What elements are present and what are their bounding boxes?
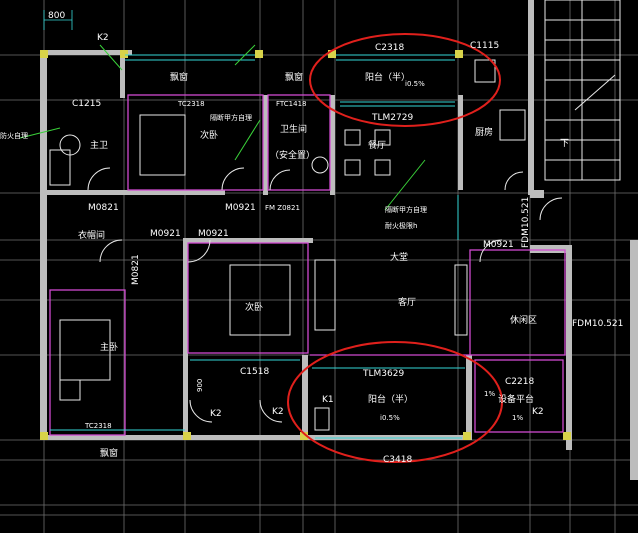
room-safe: （安全置）	[270, 149, 315, 161]
mark-k1: K1	[322, 395, 334, 405]
room-second-bed: 次卧	[200, 129, 218, 141]
room-dining: 餐厅	[368, 139, 386, 151]
dimension-label: 800	[48, 11, 65, 21]
room-equip-platform: 设备平台	[498, 393, 534, 405]
door-tlm3629: TLM3629	[362, 369, 404, 379]
mark-k2-a: K2	[97, 33, 109, 43]
door-fm-z0821: FM Z0821	[265, 204, 300, 212]
mark-k2-b: K2	[210, 409, 222, 419]
window-c1518: C1518	[240, 367, 269, 377]
note-vent-mid: 隔断甲方自理	[210, 113, 252, 122]
window-ftc1418: FTC1418	[276, 100, 306, 108]
mark-slope-4: 1%	[512, 414, 523, 422]
door-m0921-a: M0921	[225, 203, 256, 213]
room-leisure: 休闲区	[510, 314, 537, 326]
door-m0921-b: M0921	[150, 229, 181, 239]
door-m0821-vertical: M0821	[131, 254, 141, 285]
room-living: 客厅	[398, 296, 416, 308]
note-vent-left: 防火自理	[0, 131, 28, 140]
mark-height-900: 900	[196, 379, 204, 392]
room-kitchen: 厨房	[475, 126, 493, 138]
mark-k2-d: K2	[532, 407, 544, 417]
window-c1115: C1115	[470, 41, 499, 51]
note-vent-kitchen: 隔断甲方自理	[385, 205, 427, 214]
room-hall: 大堂	[390, 251, 408, 263]
room-bay-window-2: 飘窗	[285, 71, 303, 83]
room-master-bath: 主卫	[90, 139, 108, 151]
room-bay-window-3: 飘窗	[100, 447, 118, 459]
mark-slope-2: i0.5%	[380, 414, 400, 422]
window-c1215: C1215	[72, 99, 101, 109]
room-bay-window-1: 飘窗	[170, 71, 188, 83]
window-tc2318-low: TC2318	[84, 422, 112, 430]
door-fdm-right: FDM10.521	[521, 197, 531, 248]
door-m0921-c: M0921	[198, 229, 229, 239]
note-vent-kitchen-2: 耐火极限h	[385, 221, 417, 230]
door-swings	[87, 167, 563, 423]
floor-plan-drawing: 800 C2318 C1115 C1215 TC2318 FTC1418 TLM…	[0, 0, 638, 533]
door-m0921-d: M0921	[483, 240, 514, 250]
room-balcony-top: 阳台（半）	[365, 71, 410, 83]
window-c2318-top: C2318	[375, 43, 404, 53]
room-master-bed: 主卧	[100, 341, 118, 353]
door-fdm-lower: FDM10.521	[572, 319, 623, 329]
stair	[544, 0, 621, 181]
room-second-bed-2: 次卧	[245, 301, 263, 313]
room-closet: 衣帽间	[78, 229, 105, 241]
furniture	[49, 59, 526, 431]
stair-down-label: 下	[560, 139, 569, 149]
window-c2218: C2218	[505, 377, 534, 387]
grid-lines	[0, 0, 638, 533]
room-bath: 卫生间	[280, 123, 307, 135]
room-balcony-low: 阳台（半）	[368, 393, 413, 405]
door-m0821-a: M0821	[88, 203, 119, 213]
door-tlm2729: TLM2729	[371, 113, 413, 123]
mark-slope-1: i0.5%	[405, 80, 425, 88]
mark-slope-3: 1%	[484, 390, 495, 398]
mark-k2-c: K2	[272, 407, 284, 417]
window-tc2318-mid: TC2318	[177, 100, 205, 108]
window-c3418: C3418	[383, 455, 412, 465]
